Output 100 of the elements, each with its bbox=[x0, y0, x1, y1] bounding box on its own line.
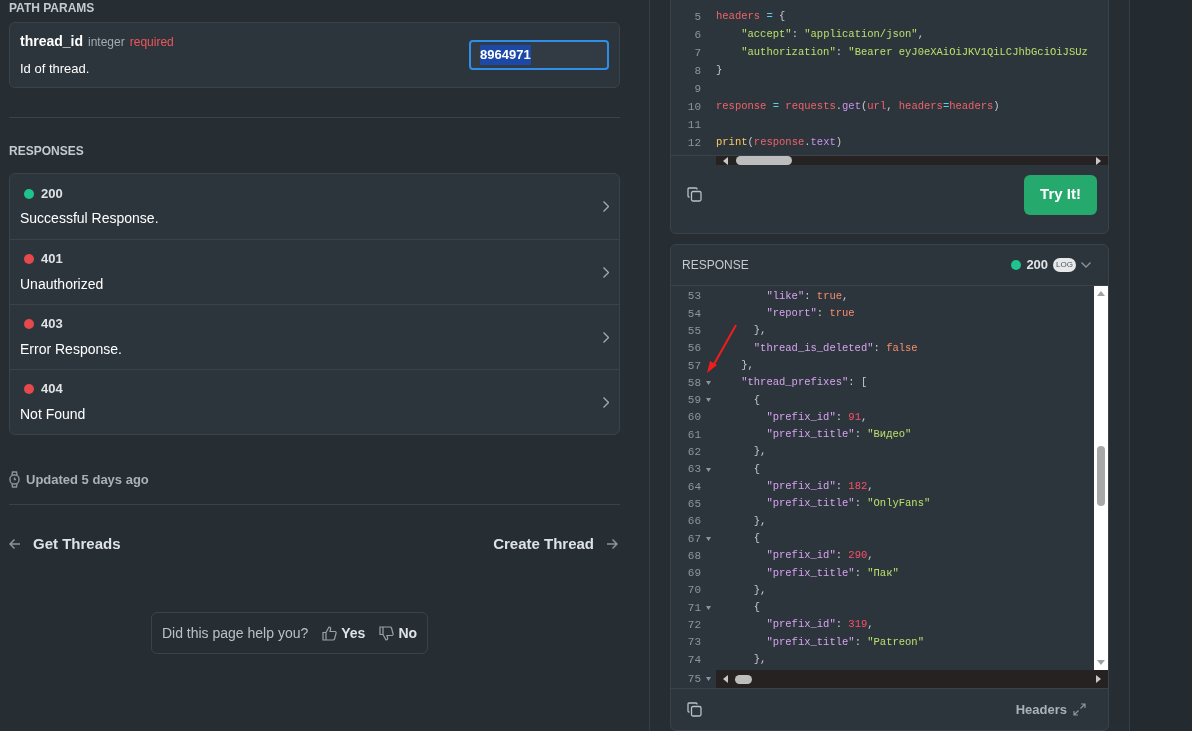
line-number: 70 bbox=[686, 583, 701, 599]
line-number: 10 bbox=[686, 99, 701, 115]
status-code: 403 bbox=[41, 315, 63, 334]
chevron-right-icon bbox=[603, 266, 609, 278]
code-line: }, bbox=[752, 444, 767, 460]
code-line: { bbox=[752, 530, 761, 546]
response-label: Error Response. bbox=[20, 339, 122, 359]
code-line: }, bbox=[752, 582, 767, 598]
line-number: 71 bbox=[686, 600, 701, 616]
scroll-up-icon[interactable] bbox=[1097, 291, 1105, 296]
expand-icon bbox=[1073, 703, 1086, 716]
scrollbar-thumb[interactable] bbox=[736, 156, 792, 165]
thumbs-up-icon bbox=[322, 625, 338, 641]
code-line: "report": true bbox=[765, 306, 855, 322]
scroll-left-icon[interactable] bbox=[723, 156, 728, 165]
code-line: "prefix_id": 319, bbox=[765, 617, 874, 633]
chevron-right-icon bbox=[603, 201, 609, 212]
response-row[interactable]: 401 Unauthorized bbox=[10, 239, 619, 304]
vertical-scrollbar[interactable] bbox=[1094, 286, 1108, 670]
fold-toggle-icon[interactable] bbox=[706, 467, 711, 472]
scroll-left-icon[interactable] bbox=[723, 675, 728, 683]
response-row[interactable]: 403 Error Response. bbox=[10, 304, 619, 369]
previous-page-link[interactable]: Get Threads bbox=[9, 532, 121, 555]
code-line: "authorization": "Bearer eyJ0eXAiOiJKV1QiLCJhbGciOiJSUz bbox=[740, 45, 1088, 61]
fold-toggle-icon[interactable] bbox=[706, 398, 711, 403]
line-number: 67 bbox=[686, 531, 701, 547]
line-number: 61 bbox=[686, 427, 701, 443]
scroll-down-icon[interactable] bbox=[1097, 660, 1105, 665]
line-number: 8 bbox=[693, 63, 701, 79]
chevron-right-icon bbox=[603, 396, 609, 408]
chevron-right-icon bbox=[603, 331, 609, 343]
line-number: 59 bbox=[686, 393, 701, 409]
updated-text: Updated 5 days ago bbox=[26, 471, 149, 489]
feedback-question: Did this page help you? bbox=[161, 623, 309, 643]
line-number: 56 bbox=[686, 341, 701, 357]
code-line: }, bbox=[740, 357, 754, 373]
code-line: }, bbox=[752, 652, 767, 667]
line-number: 69 bbox=[686, 566, 701, 582]
yes-button[interactable]: Yes bbox=[322, 622, 366, 644]
line-number: 6 bbox=[693, 27, 701, 43]
line-number: 75 bbox=[686, 671, 701, 687]
line-number: 63 bbox=[686, 462, 701, 478]
fold-toggle-icon[interactable] bbox=[706, 606, 711, 610]
fold-toggle-icon[interactable] bbox=[706, 677, 711, 681]
horizontal-scrollbar[interactable] bbox=[716, 156, 1108, 165]
scroll-right-icon[interactable] bbox=[1096, 675, 1101, 683]
no-button[interactable]: No bbox=[379, 622, 418, 644]
code-line: "like": true, bbox=[765, 288, 849, 304]
line-number: 53 bbox=[686, 289, 701, 305]
scrollbar-thumb[interactable] bbox=[1097, 446, 1105, 506]
section-heading: PATH PARAMS bbox=[9, 1, 96, 15]
line-number: 54 bbox=[686, 306, 701, 322]
line-number: 55 bbox=[686, 324, 701, 339]
code-line: "prefix_title": "Patreon" bbox=[765, 634, 924, 650]
line-number: 58 bbox=[686, 375, 701, 391]
code-line: response = requests.get(url, headers=headers) bbox=[716, 99, 1000, 115]
code-line: "prefix_title": "OnlyFans" bbox=[765, 496, 931, 512]
response-label: Unauthorized bbox=[20, 274, 104, 294]
line-number: 12 bbox=[686, 135, 701, 151]
code-line: "thread_is_deleted": false bbox=[752, 340, 918, 356]
right-arrow-icon bbox=[606, 537, 618, 550]
code-line: headers = { bbox=[716, 9, 786, 25]
fold-toggle-icon[interactable] bbox=[706, 381, 711, 386]
line-number: 68 bbox=[686, 548, 701, 564]
headers-link[interactable]: Headers bbox=[1015, 699, 1086, 720]
code-line: "prefix_id": 182, bbox=[765, 479, 874, 495]
log-badge[interactable]: LOG bbox=[1053, 258, 1076, 272]
scrollbar-thumb[interactable] bbox=[735, 674, 752, 684]
response-label: Successful Response. bbox=[20, 209, 159, 229]
horizontal-scrollbar[interactable] bbox=[716, 670, 1108, 688]
line-number: 64 bbox=[686, 479, 701, 495]
code-line: print(response.text) bbox=[716, 135, 843, 151]
panel-heading: RESPONSE bbox=[682, 257, 749, 274]
line-number: 65 bbox=[686, 496, 701, 512]
copy-icon[interactable] bbox=[687, 187, 702, 202]
chevron-down-icon[interactable] bbox=[1081, 262, 1091, 268]
line-number: 11 bbox=[686, 117, 701, 133]
line-number: 66 bbox=[686, 514, 701, 530]
line-number: 5 bbox=[693, 9, 701, 25]
line-number: 9 bbox=[693, 81, 701, 97]
code-line: "prefix_id": 290, bbox=[765, 548, 874, 564]
next-page-link[interactable]: Create Thread bbox=[493, 532, 618, 555]
code-line: "thread_prefixes": [ bbox=[740, 375, 868, 391]
code-line: } bbox=[716, 63, 723, 79]
code-line: }, bbox=[752, 513, 767, 529]
code-line: "prefix_title": "Пак" bbox=[765, 565, 899, 581]
response-row[interactable]: 200 Successful Response. bbox=[10, 174, 619, 239]
scroll-right-icon[interactable] bbox=[1096, 156, 1101, 165]
copy-icon[interactable] bbox=[687, 702, 702, 717]
code-line: { bbox=[752, 600, 761, 616]
param-input[interactable]: 8964971 bbox=[469, 40, 609, 70]
fold-toggle-icon[interactable] bbox=[706, 536, 711, 541]
response-row[interactable]: 404 Not Found bbox=[10, 369, 619, 434]
status-code: 401 bbox=[41, 250, 63, 269]
code-line: }, bbox=[752, 323, 767, 339]
watch-icon bbox=[9, 471, 20, 489]
section-heading: RESPONSES bbox=[9, 143, 85, 160]
param-description: Id of thread. bbox=[20, 60, 91, 79]
line-number: 62 bbox=[686, 445, 701, 461]
response-label: Not Found bbox=[20, 404, 86, 424]
